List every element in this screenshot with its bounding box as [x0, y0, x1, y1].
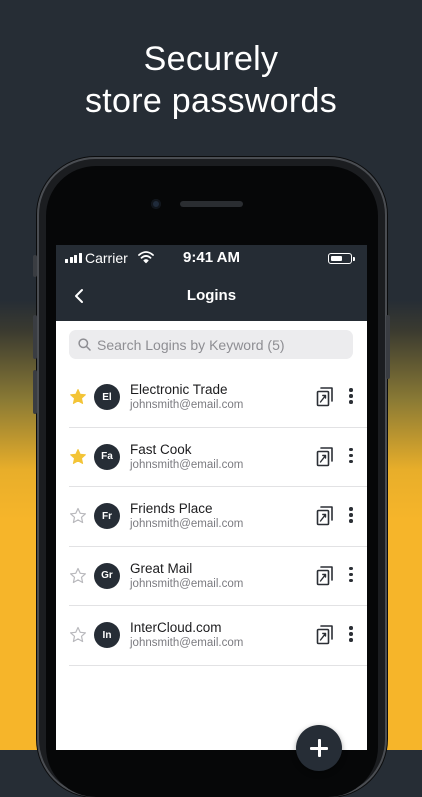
phone-camera: [151, 199, 161, 209]
more-vertical-icon[interactable]: [348, 626, 354, 644]
login-name: Electronic Trade: [130, 382, 228, 397]
phone-power-button: [386, 315, 390, 379]
star-filled-icon[interactable]: [69, 388, 87, 406]
login-row[interactable]: Gr Great Mail johnsmith@email.com: [69, 547, 367, 606]
login-row[interactable]: In InterCloud.com johnsmith@email.com: [69, 606, 367, 666]
login-name: InterCloud.com: [130, 620, 222, 635]
headline: Securely store passwords: [0, 38, 422, 122]
avatar: In: [94, 622, 120, 648]
avatar: El: [94, 384, 120, 410]
search-icon: [78, 338, 91, 351]
copy-icon[interactable]: [315, 565, 335, 587]
copy-icon[interactable]: [315, 505, 335, 527]
login-email: johnsmith@email.com: [130, 637, 244, 649]
avatar: Gr: [94, 562, 120, 589]
login-email: johnsmith@email.com: [130, 577, 244, 590]
more-vertical-icon[interactable]: [348, 447, 354, 466]
login-row[interactable]: Fr Friends Place johnsmith@email.com: [69, 487, 367, 547]
star-outline-icon[interactable]: [69, 567, 87, 585]
battery-icon: [328, 253, 352, 264]
login-row[interactable]: Fa Fast Cook johnsmith@email.com: [69, 428, 367, 487]
login-email: johnsmith@email.com: [130, 399, 244, 411]
avatar: Fr: [94, 503, 120, 529]
phone-side-button: [33, 255, 37, 277]
phone-earpiece: [180, 201, 243, 207]
star-filled-icon[interactable]: [69, 448, 87, 466]
login-name: Fast Cook: [130, 441, 192, 457]
battery-fill: [330, 255, 342, 261]
app-screen: Carrier 9:41 AM Logins El Electronic Trad…: [56, 245, 367, 750]
more-vertical-icon[interactable]: [348, 507, 354, 525]
status-bar: Carrier 9:41 AM: [56, 245, 367, 271]
login-name: Friends Place: [130, 501, 213, 516]
add-login-button[interactable]: [296, 725, 342, 771]
status-time: 9:41 AM: [183, 249, 240, 266]
page-title: Logins: [186, 287, 237, 304]
more-vertical-icon[interactable]: [348, 566, 354, 585]
plus-icon-vertical: [317, 739, 321, 757]
copy-icon[interactable]: [315, 446, 335, 468]
nav-bar: Logins: [56, 271, 367, 321]
more-vertical-icon[interactable]: [348, 388, 354, 406]
login-row[interactable]: El Electronic Trade johnsmith@email.com: [69, 368, 367, 428]
search-bar[interactable]: [69, 330, 353, 359]
star-outline-icon[interactable]: [69, 507, 87, 525]
avatar: Fa: [94, 443, 120, 470]
headline-line-2: store passwords: [84, 82, 338, 120]
headline-line-1: Securely: [143, 40, 279, 78]
login-email: johnsmith@email.com: [130, 458, 244, 471]
search-input[interactable]: [95, 335, 349, 354]
login-email: johnsmith@email.com: [130, 518, 244, 530]
phone-volume-down: [33, 370, 37, 414]
battery-tip: [353, 257, 355, 261]
login-name: Great Mail: [130, 560, 193, 576]
phone-volume-up: [33, 315, 37, 359]
login-list: El Electronic Trade johnsmith@email.com Fa F…: [56, 368, 367, 666]
star-outline-icon[interactable]: [69, 626, 87, 644]
copy-icon[interactable]: [315, 386, 335, 408]
copy-icon[interactable]: [315, 624, 335, 646]
